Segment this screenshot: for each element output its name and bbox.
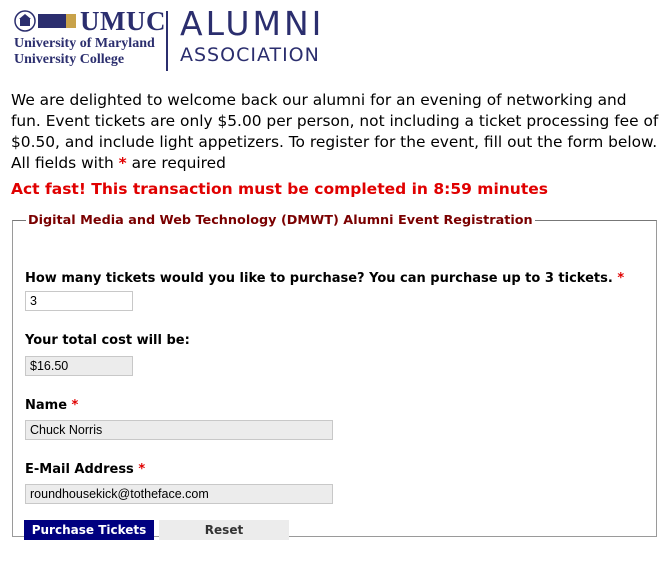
umuc-alumni-logo: UMUC University of Maryland University C…	[14, 4, 344, 71]
form-legend: Digital Media and Web Technology (DMWT) …	[28, 213, 533, 228]
purchase-tickets-button[interactable]: Purchase Tickets	[24, 520, 154, 540]
logo-divider	[166, 11, 168, 71]
brand-short: UMUC	[80, 6, 166, 36]
email-label-text: E-Mail Address	[25, 462, 134, 477]
name-label: Name *	[25, 398, 78, 413]
required-marker: *	[118, 154, 127, 172]
alumni-title: ALUMNI	[180, 4, 325, 43]
tickets-label-text: How many tickets would you like to purch…	[25, 271, 613, 286]
tickets-input[interactable]: 3	[25, 291, 133, 311]
registration-form: Digital Media and Web Technology (DMWT) …	[12, 213, 657, 540]
intro-text: We are delighted to welcome back our alu…	[11, 91, 659, 172]
email-required-marker: *	[138, 462, 146, 477]
tickets-required-marker: *	[617, 271, 625, 286]
email-field[interactable]: roundhousekick@totheface.com	[25, 484, 333, 504]
name-field[interactable]: Chuck Norris	[25, 420, 333, 440]
intro-paragraph: We are delighted to welcome back our alu…	[11, 90, 661, 174]
name-label-text: Name	[25, 398, 68, 413]
tickets-label: How many tickets would you like to purch…	[25, 271, 624, 286]
association-title: ASSOCIATION	[180, 44, 320, 66]
logo-bar	[38, 14, 66, 28]
brand-line-2: University College	[14, 52, 125, 67]
total-cost-label: Your total cost will be:	[25, 333, 190, 348]
umuc-seal-icon	[14, 10, 36, 32]
brand-line-1: University of Maryland	[14, 36, 155, 51]
logo-bar-accent	[66, 14, 76, 28]
reset-button[interactable]: Reset	[159, 520, 289, 540]
countdown-timer: Act fast! This transaction must be compl…	[11, 180, 548, 198]
email-label: E-Mail Address *	[25, 462, 145, 477]
name-required-marker: *	[71, 398, 79, 413]
total-cost-field: $16.50	[25, 356, 133, 376]
intro-text-end: are required	[126, 154, 226, 172]
